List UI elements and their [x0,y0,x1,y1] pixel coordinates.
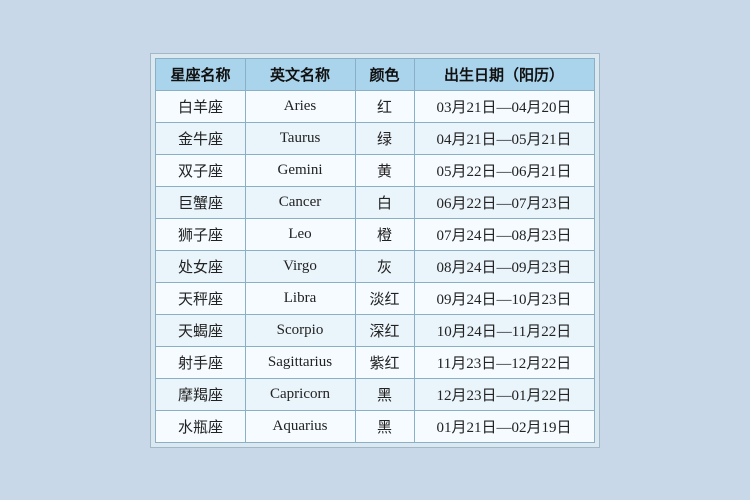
cell-zh: 天秤座 [156,282,245,314]
cell-date: 04月21日—05月21日 [414,122,594,154]
cell-en: Taurus [245,122,355,154]
table-row: 摩羯座Capricorn黑12月23日—01月22日 [156,378,594,410]
cell-color: 白 [355,186,414,218]
table-header-row: 星座名称 英文名称 颜色 出生日期（阳历） [156,58,594,90]
cell-en: Scorpio [245,314,355,346]
zodiac-table-container: 星座名称 英文名称 颜色 出生日期（阳历） 白羊座Aries红03月21日—04… [150,53,599,448]
cell-zh: 白羊座 [156,90,245,122]
cell-date: 10月24日—11月22日 [414,314,594,346]
cell-color: 紫红 [355,346,414,378]
cell-zh: 摩羯座 [156,378,245,410]
table-row: 巨蟹座Cancer白06月22日—07月23日 [156,186,594,218]
cell-zh: 射手座 [156,346,245,378]
cell-en: Cancer [245,186,355,218]
table-row: 天蝎座Scorpio深红10月24日—11月22日 [156,314,594,346]
cell-en: Aries [245,90,355,122]
header-date: 出生日期（阳历） [414,58,594,90]
cell-color: 红 [355,90,414,122]
cell-color: 橙 [355,218,414,250]
cell-color: 黄 [355,154,414,186]
table-row: 射手座Sagittarius紫红11月23日—12月22日 [156,346,594,378]
header-zh: 星座名称 [156,58,245,90]
header-color: 颜色 [355,58,414,90]
table-row: 金牛座Taurus绿04月21日—05月21日 [156,122,594,154]
cell-date: 11月23日—12月22日 [414,346,594,378]
table-row: 水瓶座Aquarius黑01月21日—02月19日 [156,410,594,442]
cell-color: 灰 [355,250,414,282]
cell-date: 03月21日—04月20日 [414,90,594,122]
zodiac-table: 星座名称 英文名称 颜色 出生日期（阳历） 白羊座Aries红03月21日—04… [155,58,594,443]
header-en: 英文名称 [245,58,355,90]
cell-zh: 狮子座 [156,218,245,250]
cell-zh: 天蝎座 [156,314,245,346]
cell-zh: 水瓶座 [156,410,245,442]
cell-color: 淡红 [355,282,414,314]
cell-date: 05月22日—06月21日 [414,154,594,186]
cell-color: 黑 [355,410,414,442]
cell-en: Leo [245,218,355,250]
cell-en: Gemini [245,154,355,186]
cell-zh: 双子座 [156,154,245,186]
cell-en: Capricorn [245,378,355,410]
table-row: 白羊座Aries红03月21日—04月20日 [156,90,594,122]
cell-date: 12月23日—01月22日 [414,378,594,410]
table-row: 双子座Gemini黄05月22日—06月21日 [156,154,594,186]
cell-zh: 金牛座 [156,122,245,154]
cell-date: 01月21日—02月19日 [414,410,594,442]
cell-zh: 巨蟹座 [156,186,245,218]
cell-date: 08月24日—09月23日 [414,250,594,282]
cell-date: 07月24日—08月23日 [414,218,594,250]
cell-en: Libra [245,282,355,314]
cell-en: Sagittarius [245,346,355,378]
cell-color: 黑 [355,378,414,410]
table-row: 天秤座Libra淡红09月24日—10月23日 [156,282,594,314]
cell-date: 09月24日—10月23日 [414,282,594,314]
cell-en: Virgo [245,250,355,282]
cell-date: 06月22日—07月23日 [414,186,594,218]
cell-color: 深红 [355,314,414,346]
cell-color: 绿 [355,122,414,154]
cell-zh: 处女座 [156,250,245,282]
table-row: 狮子座Leo橙07月24日—08月23日 [156,218,594,250]
cell-en: Aquarius [245,410,355,442]
table-row: 处女座Virgo灰08月24日—09月23日 [156,250,594,282]
